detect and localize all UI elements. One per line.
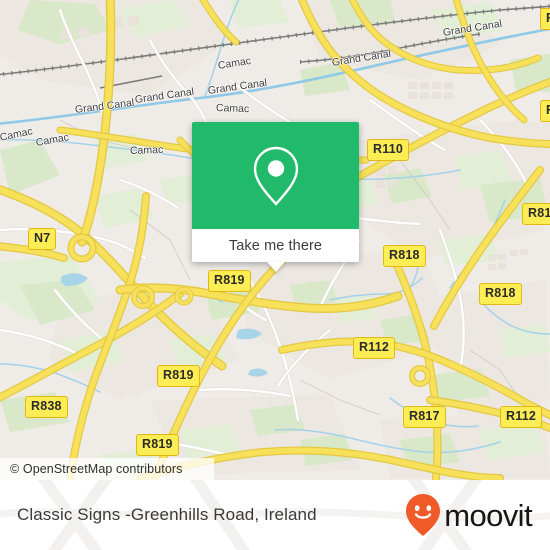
road-shield-r110: R110 — [367, 139, 409, 161]
map-canvas[interactable]: .rd { fill:none; stroke:#f7e05a; stroke-… — [0, 0, 550, 480]
road-shield-r112: R112 — [353, 337, 395, 359]
place-popup-card[interactable]: Take me there — [192, 122, 359, 272]
popup-pointer-arrow — [266, 262, 285, 272]
map-label-camac: Camac — [215, 102, 250, 116]
moovit-wordmark: moovit — [444, 497, 532, 533]
road-shield-r112: R112 — [500, 406, 542, 428]
take-me-there-button[interactable]: Take me there — [192, 229, 359, 262]
road-shield-r819: R819 — [136, 434, 179, 456]
road-shield-r817: R817 — [522, 203, 550, 225]
road-shield-r817: R817 — [403, 406, 446, 428]
attribution-text: © OpenStreetMap contributors — [10, 462, 183, 476]
road-shield-r818: R818 — [479, 283, 522, 305]
location-pin-icon — [253, 146, 298, 206]
road-shield-r: R — [540, 100, 550, 122]
road-shield-r819: R819 — [208, 270, 251, 292]
road-shield-r838: R838 — [25, 396, 68, 418]
place-title: Classic Signs -Greenhills Road, Ireland — [17, 480, 317, 550]
road-shield-r819: R819 — [157, 365, 200, 387]
road-shield-n7: N7 — [28, 228, 57, 250]
road-shield-r: R — [540, 8, 550, 30]
map-label-camac: Camac — [129, 143, 164, 157]
moovit-smiley-pin-icon — [406, 494, 441, 536]
footer-bar: Classic Signs -Greenhills Road, Ireland … — [0, 480, 550, 550]
map-attribution[interactable]: © OpenStreetMap contributors — [0, 458, 214, 480]
moovit-logo[interactable]: moovit — [405, 480, 533, 550]
map-screenshot: .rd { fill:none; stroke:#f7e05a; stroke-… — [0, 0, 550, 550]
popup-card-header — [192, 122, 359, 229]
take-me-there-label: Take me there — [228, 237, 323, 254]
place-title-text: Classic Signs -Greenhills Road, Ireland — [17, 505, 317, 524]
road-shield-r818: R818 — [383, 245, 426, 267]
